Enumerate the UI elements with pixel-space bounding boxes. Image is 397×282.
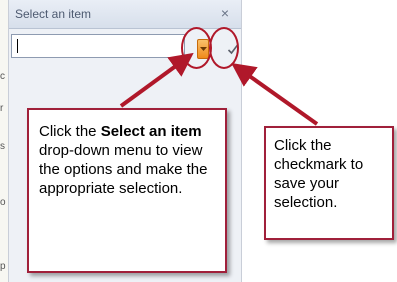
arrow-to-checkmark <box>231 63 319 126</box>
confirm-button[interactable] <box>227 39 239 59</box>
panel-title: Select an item <box>15 7 92 21</box>
callout-text-prefix: Click the <box>39 123 101 140</box>
select-item-input[interactable] <box>16 37 166 55</box>
close-icon[interactable]: × <box>217 4 233 22</box>
document-text-fragment: o <box>0 198 6 208</box>
document-text-fragment: p <box>0 262 6 272</box>
document-text-fragment: s <box>0 142 5 152</box>
callout-select-item: Click the Select an item drop-down menu … <box>27 108 227 273</box>
select-item-combobox[interactable] <box>11 34 185 58</box>
callout-text: Click the checkmark to save your selecti… <box>274 137 364 211</box>
dropdown-arrow-icon <box>200 47 207 51</box>
checkmark-icon <box>227 44 239 55</box>
dropdown-button[interactable] <box>197 39 209 59</box>
callout-text-bold: Select an item <box>100 123 202 140</box>
document-text-fragment: r <box>0 104 4 114</box>
callout-checkmark: Click the checkmark to save your selecti… <box>264 126 394 240</box>
callout-text-suffix: drop-down menu to view the options and m… <box>39 142 208 197</box>
panel-header: Select an item × <box>9 0 241 29</box>
document-text-fragment: c <box>0 72 5 82</box>
